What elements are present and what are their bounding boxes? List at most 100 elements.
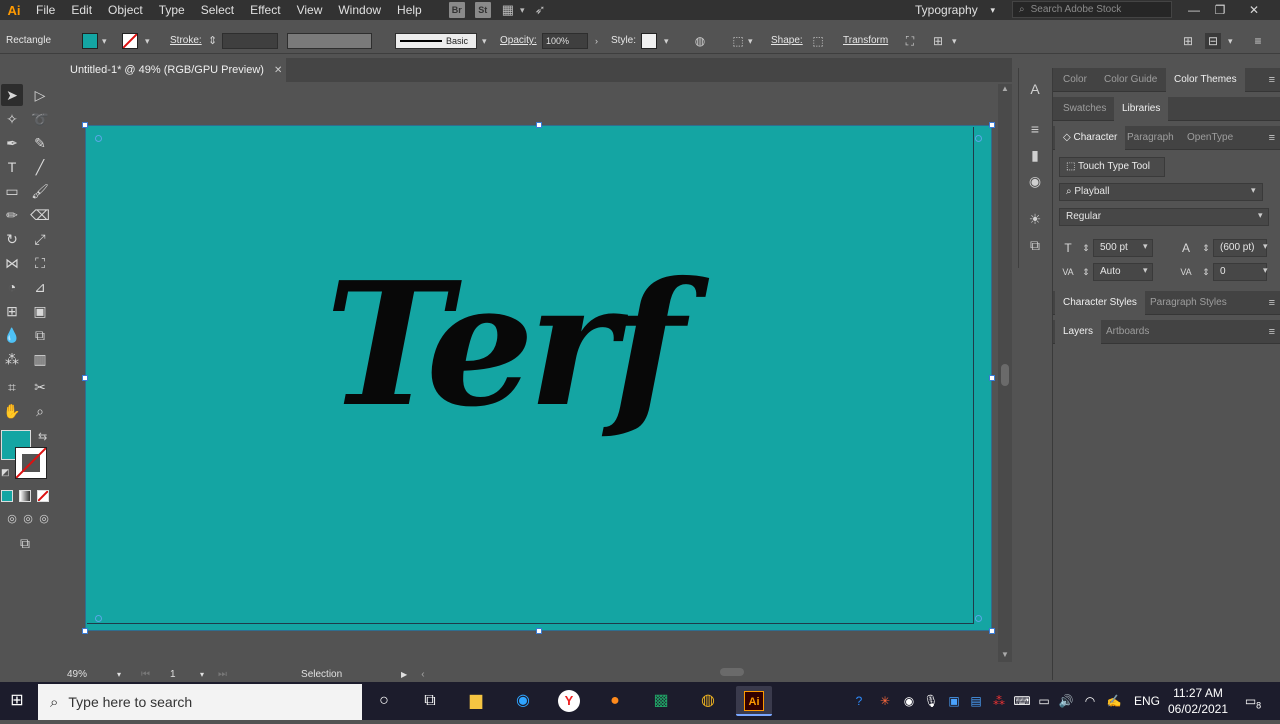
chevron-down-icon[interactable]: ▾ [200, 670, 204, 679]
tab-libraries[interactable]: Libraries [1114, 97, 1169, 121]
bridge-icon[interactable]: Br [448, 2, 465, 18]
chevron-down-icon[interactable]: ▾ [145, 28, 150, 54]
status-menu-icon[interactable]: ▶ [401, 670, 407, 679]
tab-paragraph[interactable]: Paragraph [1119, 126, 1182, 150]
chrome-icon[interactable]: ◍ [690, 686, 726, 716]
tab-opentype[interactable]: OpenType [1179, 126, 1241, 150]
firefox-icon[interactable]: ● [597, 686, 633, 716]
illustrator-taskbar-icon[interactable]: Ai [736, 686, 772, 716]
tab-character[interactable]: ◇ Character [1055, 126, 1126, 150]
tray-app-icon[interactable]: ⁂ [988, 682, 1010, 720]
chevron-down-icon[interactable]: ▾ [1258, 210, 1263, 221]
gradient-tool-icon[interactable]: ▣ [29, 300, 51, 322]
brush-definition[interactable]: Basic [395, 33, 477, 49]
bounding-handle-br[interactable] [989, 628, 995, 634]
artboard-nav-prev-icon[interactable]: ⏮ [141, 669, 150, 680]
bounding-handle-tc[interactable] [536, 122, 542, 128]
opacity-label[interactable]: Opacity: [500, 28, 537, 54]
bounding-handle-ml[interactable] [82, 375, 88, 381]
eraser-tool-icon[interactable]: ⌫ [29, 204, 51, 226]
control-menu-icon[interactable]: ≡ [1250, 33, 1266, 49]
stroke-weight-field[interactable] [222, 33, 278, 49]
tray-app-icon[interactable]: ✳ [874, 682, 896, 720]
font-family-field[interactable]: ⌕ Playball [1059, 183, 1263, 201]
minimize-icon[interactable]: — [1182, 0, 1206, 20]
menu-object[interactable]: Object [100, 0, 151, 20]
bounding-handle-bc[interactable] [536, 628, 542, 634]
free-transform-tool-icon[interactable]: ⛶ [29, 252, 51, 274]
gradient-panel-icon[interactable]: ▮ [1026, 146, 1044, 164]
volume-icon[interactable]: 🔊 [1056, 682, 1076, 720]
panel-menu-icon[interactable]: ≡ [1269, 320, 1275, 344]
tracking-field[interactable]: 0 [1213, 263, 1267, 281]
menu-help[interactable]: Help [389, 0, 430, 20]
paragraph-panel-icon[interactable]: ≡ [1026, 120, 1044, 138]
color-mode-icon[interactable] [1, 490, 13, 502]
mesh-tool-icon[interactable]: ⊞ [1, 300, 23, 322]
tab-color[interactable]: Color [1055, 68, 1095, 92]
export-panel-icon[interactable]: ⧉ [1026, 236, 1044, 254]
workspace-switcher[interactable]: Typography ▾ [905, 0, 1005, 20]
slice-tool-icon[interactable]: ✂ [29, 376, 51, 398]
task-view-icon[interactable]: ⧉ [412, 686, 448, 716]
artboard-tool-icon[interactable]: ⌗ [1, 376, 23, 398]
swap-fill-stroke-icon[interactable]: ⇆ [38, 430, 47, 443]
wifi-icon[interactable]: ◠ [1080, 682, 1100, 720]
type-tool-icon[interactable]: T [1, 156, 23, 178]
system-clock[interactable]: 11:27 AM 06/02/2021 [1165, 684, 1231, 718]
close-icon[interactable]: ✕ [274, 65, 282, 76]
selection-tool-icon[interactable]: ➤ [1, 84, 23, 106]
tray-app-icon[interactable]: ◉ [898, 682, 920, 720]
windows-start-icon[interactable]: ⊞ [0, 682, 34, 720]
arrange-documents-icon[interactable]: ▦ [502, 2, 514, 18]
pen-ink-icon[interactable]: ✍ [1104, 682, 1124, 720]
chevron-down-icon[interactable]: ▾ [1143, 241, 1148, 252]
chevron-down-icon[interactable]: ▾ [482, 28, 487, 54]
tab-artboards[interactable]: Artboards [1098, 320, 1157, 344]
stroke-stepper-icon[interactable]: ⇕ [208, 28, 217, 54]
bounding-handle-tr[interactable] [989, 122, 995, 128]
column-graph-tool-icon[interactable]: ▥ [29, 348, 51, 370]
excel-icon[interactable]: ▩ [643, 686, 679, 716]
opacity-field[interactable]: 100% [542, 33, 588, 49]
width-tool-icon[interactable]: ⋈ [1, 252, 23, 274]
chevron-down-icon[interactable]: ▾ [1251, 185, 1256, 196]
tab-swatches[interactable]: Swatches [1055, 97, 1114, 121]
menu-view[interactable]: View [289, 0, 331, 20]
scroll-up-icon[interactable]: ▲ [998, 84, 1012, 96]
tab-paragraph-styles[interactable]: Paragraph Styles [1142, 291, 1235, 315]
character-panel-icon[interactable]: A [1026, 80, 1044, 98]
blend-tool-icon[interactable]: ⧉ [29, 324, 51, 346]
magic-wand-tool-icon[interactable]: ✧ [1, 108, 23, 130]
scale-tool-icon[interactable]: ⤢ [29, 228, 51, 250]
menu-file[interactable]: File [28, 0, 63, 20]
rotate-tool-icon[interactable]: ↻ [1, 228, 23, 250]
tab-character-styles[interactable]: Character Styles [1055, 291, 1145, 315]
free-transform-icon[interactable]: ⛶ [902, 33, 918, 49]
fill-color-swatch[interactable] [82, 33, 98, 49]
eyedropper-tool-icon[interactable]: 💧 [1, 324, 23, 346]
font-style-field[interactable]: Regular [1059, 208, 1269, 226]
variable-width-profile[interactable] [287, 33, 372, 49]
hand-tool-icon[interactable]: ✋ [1, 400, 23, 422]
stock-icon[interactable]: St [474, 2, 491, 18]
horizontal-scroll-thumb[interactable] [720, 668, 744, 676]
file-explorer-icon[interactable]: ▆ [458, 686, 494, 716]
cortana-icon[interactable]: ○ [366, 686, 402, 716]
close-icon[interactable]: ✕ [1242, 0, 1266, 20]
recolor-artwork-icon[interactable]: ◍ [692, 33, 708, 49]
isolate-icon[interactable]: ⊞ [930, 33, 946, 49]
lasso-tool-icon[interactable]: ➰ [29, 108, 51, 130]
graphic-style-swatch[interactable] [641, 33, 657, 49]
transform-label[interactable]: Transform [843, 28, 888, 54]
language-indicator[interactable]: ENG [1130, 682, 1164, 720]
symbol-sprayer-tool-icon[interactable]: ⁂ [1, 348, 23, 370]
tray-app-icon[interactable]: ▣ [944, 682, 964, 720]
microphone-icon[interactable]: 🎙 [920, 682, 942, 720]
menu-effect[interactable]: Effect [242, 0, 288, 20]
menu-type[interactable]: Type [151, 0, 193, 20]
zoom-level[interactable]: 49% [67, 669, 117, 680]
touch-type-tool-button[interactable]: ⬚ Touch Type Tool [1059, 157, 1165, 177]
chevron-right-icon[interactable]: › [595, 28, 598, 54]
screen-mode-icon[interactable]: ⧉ [14, 532, 36, 554]
